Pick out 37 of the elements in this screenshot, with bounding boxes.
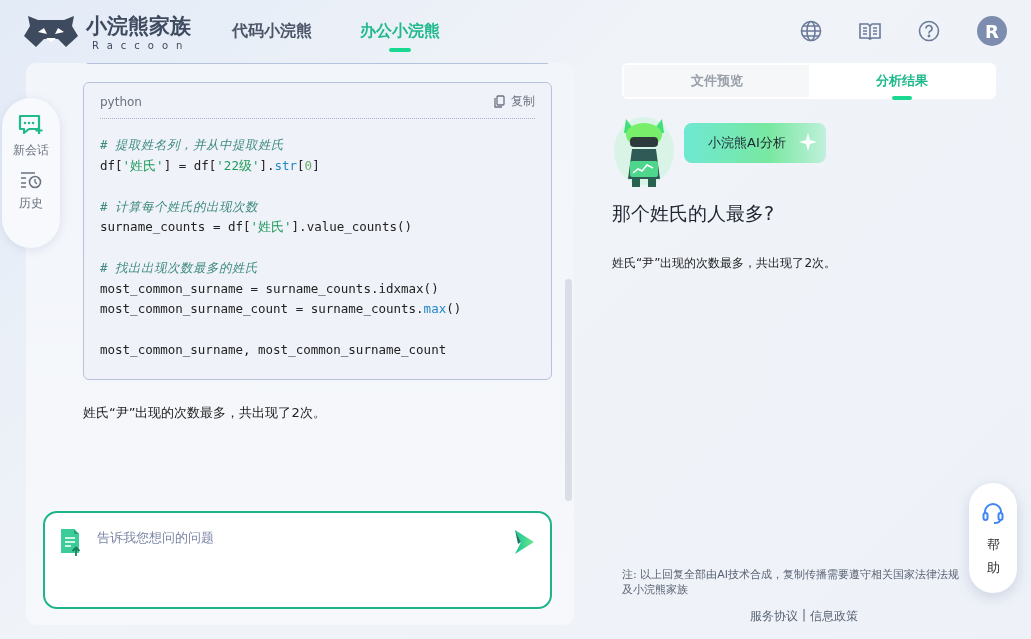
code-comment: # 计算每个姓氏的出现次数 — [100, 197, 260, 216]
code-line: most_common_surname = surname_counts.idxmax() — [100, 279, 440, 298]
brand-subtitle: Raccoon — [92, 39, 191, 51]
question-input[interactable]: 告诉我您想问的问题 — [95, 529, 498, 546]
answer-text: 姓氏“尹”出现的次数最多，共出现了2次。 — [83, 403, 327, 422]
link-separator: | — [801, 608, 806, 624]
send-icon[interactable] — [512, 529, 536, 555]
book-icon[interactable] — [859, 20, 881, 42]
ai-analysis-badge: 小浣熊AI分析 — [684, 123, 826, 163]
sidebar-item[interactable]: 新会话 — [13, 114, 49, 159]
help-button[interactable]: 帮助 — [969, 483, 1017, 593]
sidebar-item[interactable]: 历史 — [19, 171, 43, 212]
copy-icon — [494, 95, 505, 108]
code-comment: # 提取姓名列，并从中提取姓氏 — [100, 136, 286, 154]
question-title: 那个姓氏的人最多? — [612, 201, 776, 226]
raccoon-logo-icon — [24, 14, 78, 48]
code-line: df['姓氏'] = df['22级'].str[0] — [100, 156, 321, 175]
answer-text: 姓氏“尹”出现的次数最多，共出现了2次。 — [612, 255, 838, 272]
scrollbar[interactable] — [565, 279, 572, 501]
code-line: surname_counts = df['姓氏'].value_counts() — [100, 218, 413, 236]
headset-icon — [981, 501, 1005, 525]
copy-button[interactable]: 复制 — [494, 93, 535, 110]
footer-link[interactable]: 信息政策 — [810, 608, 858, 625]
footer-link[interactable]: 服务协议 — [749, 608, 798, 625]
code-line: most_common_surname_count = surname_counts.max() — [100, 300, 463, 318]
help-icon[interactable] — [918, 20, 940, 42]
globe-icon[interactable] — [800, 20, 822, 42]
code-comment: # 找出出现次数最多的姓氏 — [100, 259, 260, 277]
user-avatar[interactable]: R — [977, 16, 1007, 46]
nav-tab[interactable]: 代码小浣熊 — [232, 12, 312, 50]
file-upload-icon — [59, 529, 81, 557]
brand-name: 小浣熊家族 — [86, 12, 191, 40]
history-icon — [20, 171, 42, 189]
code-line: most_common_surname, most_common_surname_count — [100, 341, 448, 359]
chat-add-icon — [18, 114, 44, 136]
code-language: python — [100, 94, 142, 109]
disclaimer-note: 注: 以上回复全部由AI技术合成，复制传播需要遵守相关国家法律法规及小浣熊家族 — [622, 567, 960, 597]
